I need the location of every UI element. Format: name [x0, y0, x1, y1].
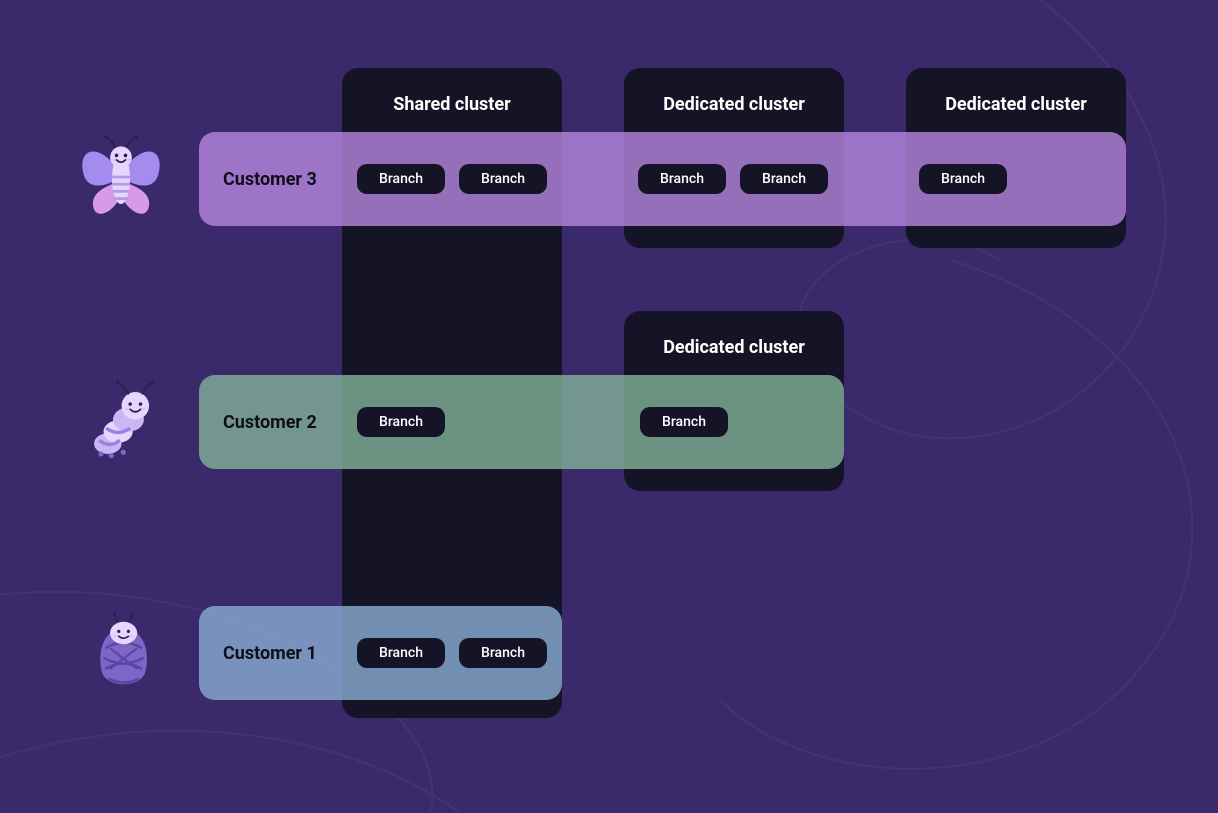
customer-row-2: Customer 2 — [199, 375, 844, 469]
branch-pill: Branch — [459, 164, 547, 194]
branch-pill: Branch — [640, 407, 728, 437]
customer-label: Customer 1 — [223, 643, 317, 664]
branch-pill: Branch — [740, 164, 828, 194]
branch-pill: Branch — [638, 164, 726, 194]
butterfly-icon — [76, 132, 166, 222]
customer-label: Customer 2 — [223, 412, 317, 433]
cocoon-icon — [86, 608, 176, 698]
cluster-title: Dedicated cluster — [624, 94, 844, 115]
cluster-title: Dedicated cluster — [906, 94, 1126, 115]
caterpillar-icon — [82, 380, 172, 470]
cluster-title: Shared cluster — [342, 94, 562, 115]
branch-pill: Branch — [459, 638, 547, 668]
branch-pill: Branch — [357, 638, 445, 668]
customer-label: Customer 3 — [223, 169, 317, 190]
diagram-stage: Shared cluster Dedicated cluster Dedicat… — [0, 0, 1218, 813]
cluster-title: Dedicated cluster — [624, 337, 844, 358]
branch-pill: Branch — [357, 164, 445, 194]
branch-pill: Branch — [919, 164, 1007, 194]
branch-pill: Branch — [357, 407, 445, 437]
